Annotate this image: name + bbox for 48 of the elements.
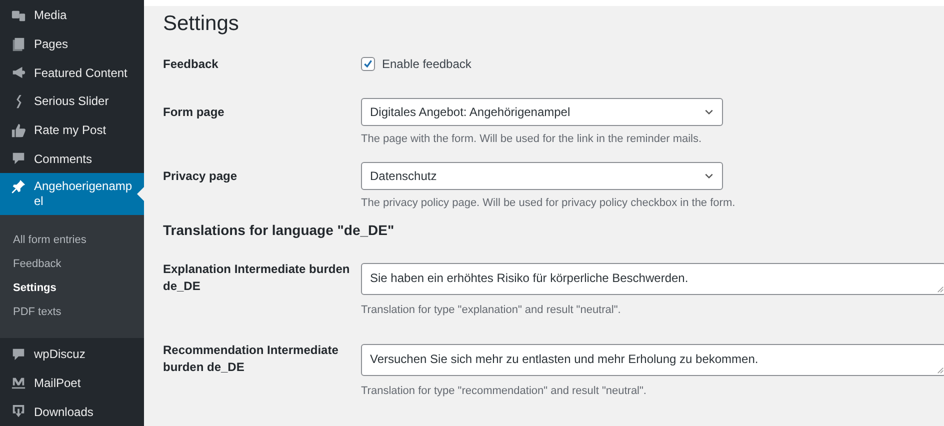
field-label: Feedback (163, 56, 220, 72)
pages-icon (11, 36, 26, 52)
submenu-item[interactable]: PDF texts (0, 300, 144, 324)
submenu-item[interactable]: Feedback (0, 252, 144, 276)
resize-handle-icon (937, 286, 944, 293)
menu-item[interactable]: Rate my Post (0, 116, 144, 144)
select-dropdown[interactable]: Digitales Angebot: Angehörigenampel (361, 98, 723, 126)
submenu-item[interactable]: All form entries (0, 228, 144, 252)
select-value: Datenschutz (370, 168, 437, 185)
download-icon (11, 404, 26, 420)
pointer-arrow (137, 187, 144, 202)
text-area-value: Sie haben ein erhöhtes Risiko für körperliche Beschwerden. (370, 271, 688, 285)
menu-item[interactable]: wpDiscuz (0, 340, 144, 369)
menu-item[interactable]: Serious Slider (0, 87, 144, 116)
menu-item[interactable]: Angehoerigenampel (0, 173, 144, 216)
field-label: Recommendation Intermediate burden de_DE (163, 342, 340, 376)
letter-m-icon (11, 376, 26, 391)
page-title: Settings (163, 11, 240, 37)
menu-item[interactable]: MailPoet (0, 368, 144, 398)
select-value: Digitales Angebot: Angehörigenampel (370, 104, 570, 121)
menu-item[interactable]: Pages (0, 30, 144, 58)
field-label: Form page (163, 104, 226, 120)
menu-item[interactable]: Downloads (0, 397, 144, 426)
chevron-down-icon (704, 107, 714, 117)
section-heading: Translations for language "de_DE" (163, 221, 396, 240)
menu-item[interactable]: Comments (0, 144, 144, 174)
checkbox[interactable] (361, 57, 375, 71)
text-area[interactable]: Versuchen Sie sich mehr zu entlasten und mehr Erholung zu bekommen. (361, 344, 944, 376)
field-description: Translation for type "recommendation" and result "neutral". (361, 384, 648, 399)
field-description: Translation for type "explanation" and result "neutral". (361, 303, 622, 318)
field-description: The privacy policy page. Will be used for privacy policy checkbox in the form. (361, 196, 736, 211)
chevron-down-icon (704, 171, 714, 181)
menu-item[interactable]: Featured Content (0, 58, 144, 88)
select-dropdown[interactable]: Datenschutz (361, 162, 723, 190)
resize-handle-icon (937, 367, 944, 374)
submenu-item[interactable]: Settings (0, 276, 144, 300)
comment-icon (11, 346, 26, 362)
menu-item[interactable]: Media (0, 1, 144, 30)
field-label: Explanation Intermediate burden de_DE (163, 261, 351, 295)
text-area[interactable]: Sie haben ein erhöhtes Risiko für körperliche Beschwerden. (361, 263, 944, 295)
field-label: Privacy page (163, 168, 238, 184)
pin-icon (11, 179, 26, 194)
text-area-value: Versuchen Sie sich mehr zu entlasten und mehr Erholung zu bekommen. (370, 352, 758, 366)
megaphone-icon (11, 65, 26, 80)
thumbs-up-icon (11, 122, 26, 138)
comment-icon (11, 151, 26, 166)
field-description: The page with the form. Will be used for the link in the reminder mails. (361, 132, 703, 147)
checkbox-label: Enable feedback (382, 56, 472, 73)
